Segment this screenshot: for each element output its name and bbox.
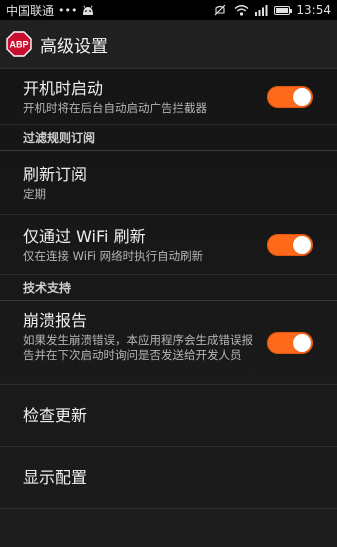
category-technical-support: 技术支持 [0,275,337,301]
action-bar: ABP 高级设置 [0,20,337,69]
wifi-icon [234,4,249,16]
pref-crash-report[interactable]: 崩溃报告 如果发生崩溃错误，本应用程序会生成错误报告并在下次启动时询问是否发送给… [0,301,337,385]
preference-list: 开机时启动 开机时将在后台自动启动广告拦截器 过滤规则订阅 刷新订阅 定期 仅通… [0,69,337,509]
category-filter-subscriptions: 过滤规则订阅 [0,125,337,151]
pref-refresh-subscriptions[interactable]: 刷新订阅 定期 [0,151,337,215]
pref-show-config-title: 显示配置 [23,467,88,487]
pref-crash-title: 崩溃报告 [23,311,88,330]
status-left: 中国联通 ••• [6,2,95,19]
pref-wifi-title: 仅通过 WiFi 刷新 [23,227,146,246]
abp-logo-text: ABP [9,40,28,50]
autostart-toggle[interactable] [267,85,313,108]
status-right: 13:54 [214,3,331,17]
toggle-knob [293,333,311,352]
status-bar: 中国联通 ••• 13:54 [0,0,337,20]
clock: 13:54 [296,3,331,17]
pref-check-updates[interactable]: 检查更新 [0,385,337,447]
pref-crash-summary: 如果发生崩溃错误，本应用程序会生成错误报告并在下次启动时询问是否发送给开发人员 [23,333,253,362]
pref-refresh-title: 刷新订阅 [23,165,88,184]
pref-autostart-summary: 开机时将在后台自动启动广告拦截器 [23,101,207,115]
pref-show-config[interactable]: 显示配置 [0,447,337,509]
notification-dots: ••• [58,3,78,17]
battery-icon [274,5,293,15]
pref-autostart[interactable]: 开机时启动 开机时将在后台自动启动广告拦截器 [0,69,337,125]
page-title: 高级设置 [40,36,108,57]
carrier-label: 中国联通 [6,3,55,18]
mute-icon [214,4,228,16]
toggle-knob [293,87,311,106]
toggle-knob [293,235,311,254]
signal-icon [254,4,268,16]
pref-refresh-summary: 定期 [23,187,46,201]
pref-check-updates-title: 检查更新 [23,405,88,425]
pref-wifi-summary: 仅在连接 WiFi 网络时执行自动刷新 [23,249,204,263]
crash-report-toggle[interactable] [267,331,313,354]
abp-logo-icon[interactable]: ABP [6,31,32,57]
pref-wifi-only[interactable]: 仅通过 WiFi 刷新 仅在连接 WiFi 网络时执行自动刷新 [0,215,337,275]
screen: 中国联通 ••• 13:54 ABP 高级设置 开机时启动 开机时将在后台自动启… [0,0,337,547]
android-icon [81,4,95,16]
pref-autostart-title: 开机时启动 [23,79,104,98]
wifi-only-toggle[interactable] [267,233,313,256]
